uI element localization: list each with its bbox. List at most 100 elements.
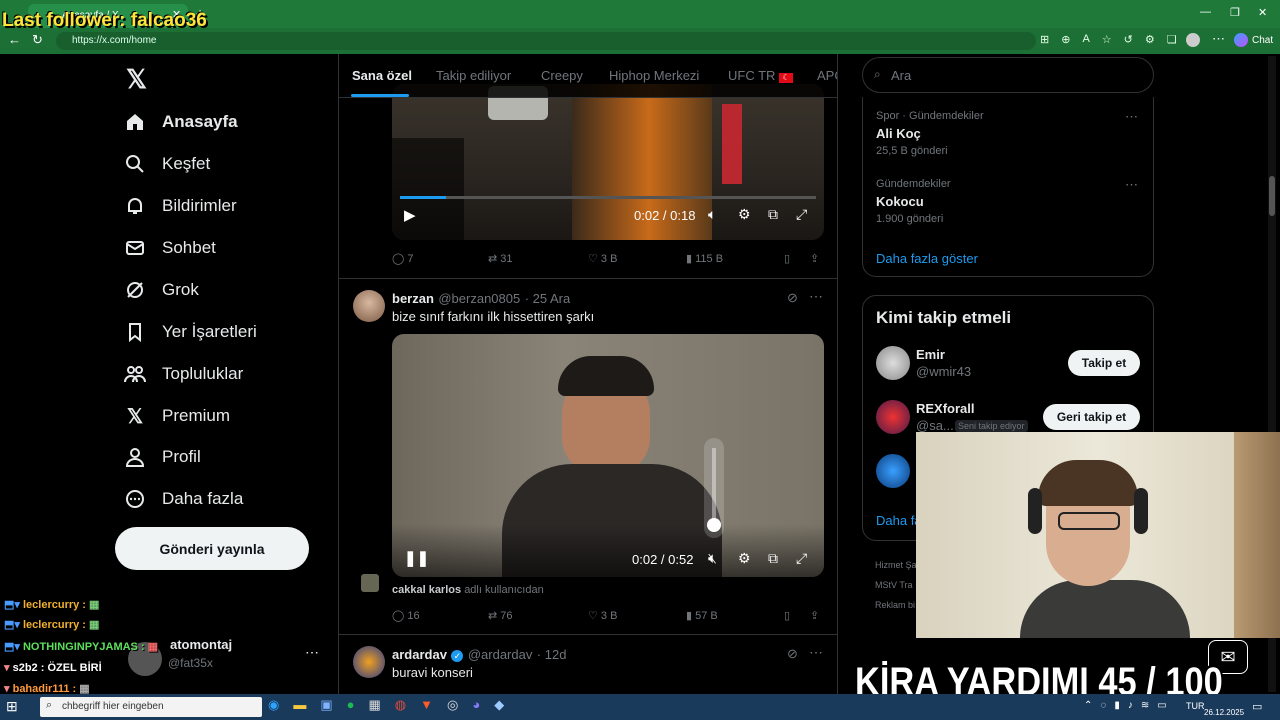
bookmark-icon[interactable]: ▯ [784, 609, 790, 622]
reload-icon[interactable]: ↻ [32, 32, 43, 48]
post-button[interactable]: Gönderi yayınla [115, 527, 309, 570]
store-icon[interactable]: ▣ [320, 697, 332, 717]
back-icon[interactable]: ← [8, 32, 21, 47]
sidebar-item-explore[interactable]: Keşfet [124, 145, 210, 183]
sidebar-item-more[interactable]: Daha fazla [124, 480, 243, 518]
start-icon[interactable]: ⊞ [6, 698, 18, 715]
mute-icon[interactable]: 🔇︎ [708, 550, 717, 567]
share-icon[interactable]: ⇪ [810, 609, 819, 622]
views-button[interactable]: ▮ 115 B [686, 252, 723, 265]
apps-icon[interactable]: ⊞ [1040, 33, 1049, 46]
tab-apc[interactable]: APC [817, 68, 837, 83]
tab-following[interactable]: Takip ediliyor [436, 68, 511, 83]
credit-user[interactable]: cakkal karlos [392, 584, 461, 596]
favorite-icon[interactable]: ☆ [1102, 33, 1112, 46]
collections-icon[interactable]: ❏ [1167, 33, 1177, 46]
trend-title[interactable]: Ali Koç [876, 126, 921, 141]
grok-explain-icon[interactable]: ⊘ [787, 646, 798, 662]
fullscreen-icon[interactable]: ⤢ [796, 206, 807, 223]
repost-button[interactable]: ⇄ 76 [488, 609, 513, 622]
read-aloud-icon[interactable]: A [1082, 33, 1089, 46]
battery-icon[interactable]: ▭ [1157, 700, 1166, 711]
pause-icon[interactable]: ❚❚ [404, 549, 429, 567]
post3-avatar[interactable] [353, 646, 385, 678]
post1-video[interactable]: ▶ 0:02 / 0:18 🔈︎ ⚙ ⧉ ⤢ [392, 84, 824, 240]
obs-icon[interactable]: ◎ [447, 697, 458, 717]
profile-avatar[interactable] [1186, 33, 1200, 47]
sidebar-item-profile[interactable]: Profil [124, 438, 201, 476]
fullscreen-icon[interactable]: ⤢ [796, 550, 807, 567]
network-icon[interactable]: ◌ [1100, 700, 1106, 711]
scrollbar-thumb[interactable] [1269, 176, 1275, 216]
sidebar-item-messages[interactable]: Sohbet [124, 229, 216, 267]
sidebar-item-premium[interactable]: 𝕏 Premium [124, 397, 230, 435]
folder-icon[interactable]: ▬ [293, 697, 306, 717]
share-icon[interactable]: ⇪ [810, 252, 819, 265]
keyboard-language[interactable]: TUR [1186, 701, 1205, 711]
user-avatar[interactable] [876, 454, 910, 488]
footer-link[interactable]: Reklam bi [875, 600, 915, 610]
pip-icon[interactable]: ⧉ [768, 550, 778, 567]
volume-icon[interactable]: 🔈︎ [708, 206, 716, 223]
follow-button[interactable]: Takip et [1068, 350, 1140, 376]
tab-ufc-tr[interactable]: UFC TR ☾ [728, 68, 794, 83]
sidebar-item-bookmarks[interactable]: Yer İşaretleri [124, 313, 257, 351]
trend-more-icon[interactable]: ⋯ [1125, 109, 1138, 125]
zoom-icon[interactable]: ⊕ [1061, 33, 1070, 46]
trend-title[interactable]: Kokocu [876, 194, 924, 209]
maximize-icon[interactable]: ❐ [1230, 6, 1240, 19]
brave-icon[interactable]: ▼ [420, 697, 433, 717]
calculator-icon[interactable]: ▦ [369, 697, 381, 717]
settings-icon[interactable]: ⚙ [738, 206, 751, 223]
like-button[interactable]: ♡ 3 B [588, 252, 617, 265]
extensions-icon[interactable]: ⚙ [1145, 33, 1155, 46]
bookmark-icon[interactable]: ▯ [784, 252, 790, 265]
taskbar-search-input[interactable]: chbegriff hier eingeben [40, 697, 262, 717]
volume-knob[interactable] [707, 518, 721, 532]
reply-button[interactable]: ◯ 7 [392, 252, 414, 265]
sidebar-item-home[interactable]: Anasayfa [124, 103, 238, 141]
tab-hiphop-merkezi[interactable]: Hiphop Merkezi [609, 68, 699, 83]
volume-slider[interactable] [704, 438, 724, 538]
app-icon[interactable]: ◆ [494, 697, 504, 717]
chrome-icon[interactable]: ◍ [395, 697, 406, 717]
post3-name[interactable]: ardardav [392, 647, 447, 662]
like-button[interactable]: ♡ 3 B [588, 609, 617, 622]
footer-link[interactable]: MStV Tra [875, 580, 913, 590]
sidebar-item-communities[interactable]: Topluluklar [124, 355, 243, 393]
grok-explain-icon[interactable]: ⊘ [787, 290, 798, 306]
account-menu-icon[interactable]: ⋯ [305, 644, 319, 661]
post3-date[interactable]: · 12d [537, 647, 567, 662]
repost-button[interactable]: ⇄ 31 [488, 252, 513, 265]
refresh-extension-icon[interactable]: ↺ [1124, 33, 1133, 46]
follow-back-button[interactable]: Geri takip et [1043, 404, 1140, 430]
user-avatar[interactable] [876, 400, 910, 434]
post1-progress-track[interactable] [400, 196, 816, 199]
speaker-icon[interactable]: ♪ [1128, 700, 1133, 711]
user-avatar[interactable] [876, 346, 910, 380]
wifi-icon[interactable]: ≋ [1141, 700, 1149, 711]
trend-more-icon[interactable]: ⋯ [1125, 177, 1138, 193]
edge-icon[interactable]: ◉ [268, 697, 279, 717]
clock-date[interactable]: 26.12.2025 [1204, 708, 1244, 717]
discord-icon[interactable]: ◕ [472, 697, 480, 717]
user-name[interactable]: REXforall [916, 401, 975, 416]
post2-date[interactable]: · 25 Ara [525, 291, 571, 306]
post3-handle[interactable]: @ardardav [468, 647, 533, 662]
sidebar-item-grok[interactable]: Grok [124, 271, 199, 309]
play-icon[interactable]: ▶ [404, 206, 416, 224]
post2-name[interactable]: berzan [392, 291, 434, 306]
show-more-follow[interactable]: Daha fa [876, 513, 922, 528]
footer-link[interactable]: Hizmet Şa [875, 560, 917, 570]
settings-icon[interactable]: ⚙ [738, 550, 751, 567]
show-more-trends[interactable]: Daha fazla göster [876, 251, 978, 266]
menu-dots-icon[interactable]: ⋯ [1212, 31, 1225, 47]
close-window-icon[interactable]: ✕ [1258, 6, 1267, 19]
sidebar-item-notifications[interactable]: Bildirimler [124, 187, 237, 225]
spotify-icon[interactable]: ● [347, 697, 355, 717]
post2-handle[interactable]: @berzan0805 [438, 291, 520, 306]
views-button[interactable]: ▮ 57 B [686, 609, 718, 622]
search-input[interactable]: Ara [862, 57, 1154, 93]
post3-more-icon[interactable]: ⋯ [809, 644, 823, 661]
pip-icon[interactable]: ⧉ [768, 206, 778, 223]
